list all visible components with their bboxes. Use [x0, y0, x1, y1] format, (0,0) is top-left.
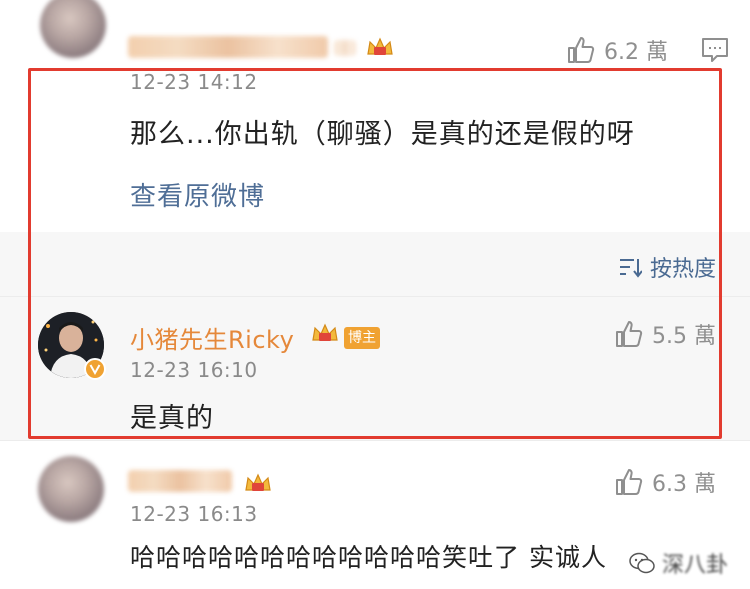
highlight-box: [28, 68, 722, 439]
vip-crown-icon: [367, 37, 393, 55]
thumbs-up-icon: [616, 469, 643, 495]
commenter-name-blurred[interactable]: [128, 470, 232, 492]
commenter-avatar[interactable]: [38, 456, 104, 522]
divider: [0, 440, 750, 441]
thumbs-up-icon: [568, 37, 595, 63]
like-button[interactable]: 6.3 萬: [614, 466, 716, 498]
like-count: 6.3 萬: [652, 472, 716, 497]
vip-crown-icon: [245, 473, 271, 491]
comment-text: 哈哈哈哈哈哈哈哈哈哈哈哈笑吐了 实诚人: [130, 543, 607, 572]
comment-reply-icon[interactable]: [700, 36, 730, 64]
commenter-avatar[interactable]: [40, 0, 106, 58]
wechat-icon: [629, 552, 655, 574]
watermark: 深八卦: [628, 547, 728, 579]
comment-time: 12-23 16:13: [130, 502, 258, 526]
commenter-name-blurred[interactable]: [128, 36, 328, 58]
commenter-badge-blurred: [334, 40, 356, 56]
watermark-text: 深八卦: [661, 553, 728, 578]
like-count: 6.2 萬: [604, 40, 668, 65]
like-button[interactable]: 6.2 萬: [566, 34, 668, 66]
